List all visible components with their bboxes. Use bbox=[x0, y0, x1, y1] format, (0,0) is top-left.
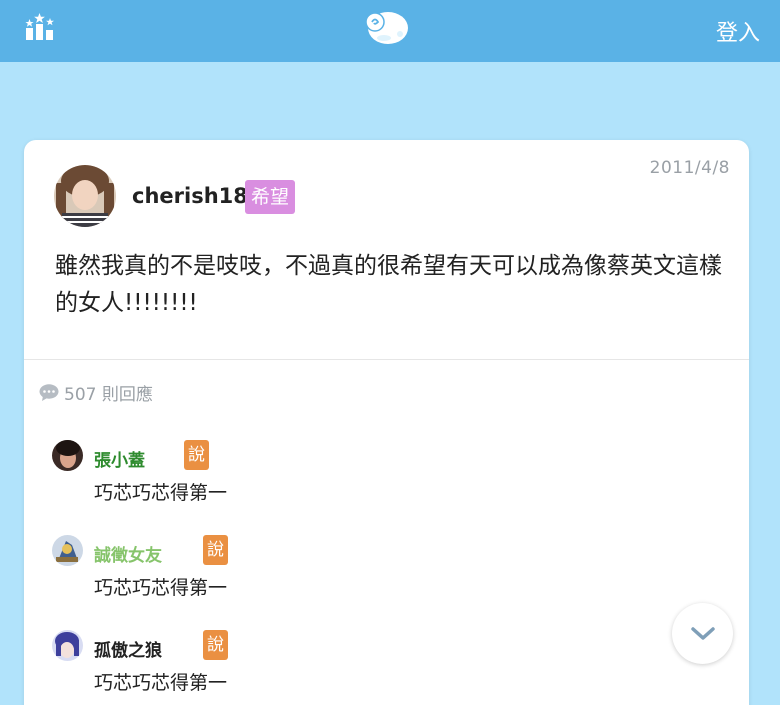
commenter-name[interactable]: 孤傲之狼 bbox=[94, 636, 162, 661]
chevron-down-icon bbox=[690, 626, 715, 640]
comment-text: 巧芯巧芯得第一 bbox=[94, 482, 228, 504]
ranking-stars-icon[interactable] bbox=[24, 12, 56, 42]
commenter-name[interactable]: 張小蓋 bbox=[94, 446, 145, 471]
commenter-avatar[interactable] bbox=[52, 630, 83, 661]
scroll-down-button[interactable] bbox=[672, 603, 733, 664]
reply-count[interactable]: 507 則回應 bbox=[39, 380, 153, 405]
post-body: 雖然我真的不是吱吱，不過真的很希望有天可以成為像蔡英文這樣的女人!!!!!!!! bbox=[55, 253, 722, 316]
post-date: 2011/4/8 bbox=[649, 158, 730, 178]
reply-count-label: 507 則回應 bbox=[64, 385, 153, 405]
top-bar: 登入 bbox=[0, 0, 780, 62]
commenter-name[interactable]: 誠徵女友 bbox=[94, 541, 162, 566]
speech-bubble-icon bbox=[39, 384, 59, 401]
says-badge: 說 bbox=[203, 630, 228, 660]
comment-text: 巧芯巧芯得第一 bbox=[94, 577, 228, 599]
says-badge: 說 bbox=[203, 535, 228, 565]
commenter-avatar[interactable] bbox=[52, 535, 83, 566]
post-card: 2011/4/8 cherish18 希望 雖然我真的不是吱吱，不過真的很希望有… bbox=[24, 140, 749, 705]
author-avatar[interactable] bbox=[54, 165, 116, 227]
sheep-logo-icon[interactable] bbox=[362, 6, 410, 46]
divider bbox=[24, 359, 749, 360]
commenter-avatar[interactable] bbox=[52, 440, 83, 471]
says-badge: 說 bbox=[184, 440, 209, 470]
login-link[interactable]: 登入 bbox=[716, 15, 760, 47]
topic-tag-badge[interactable]: 希望 bbox=[245, 180, 296, 214]
comment-text: 巧芯巧芯得第一 bbox=[94, 672, 228, 694]
author-name[interactable]: cherish18 bbox=[132, 184, 248, 208]
